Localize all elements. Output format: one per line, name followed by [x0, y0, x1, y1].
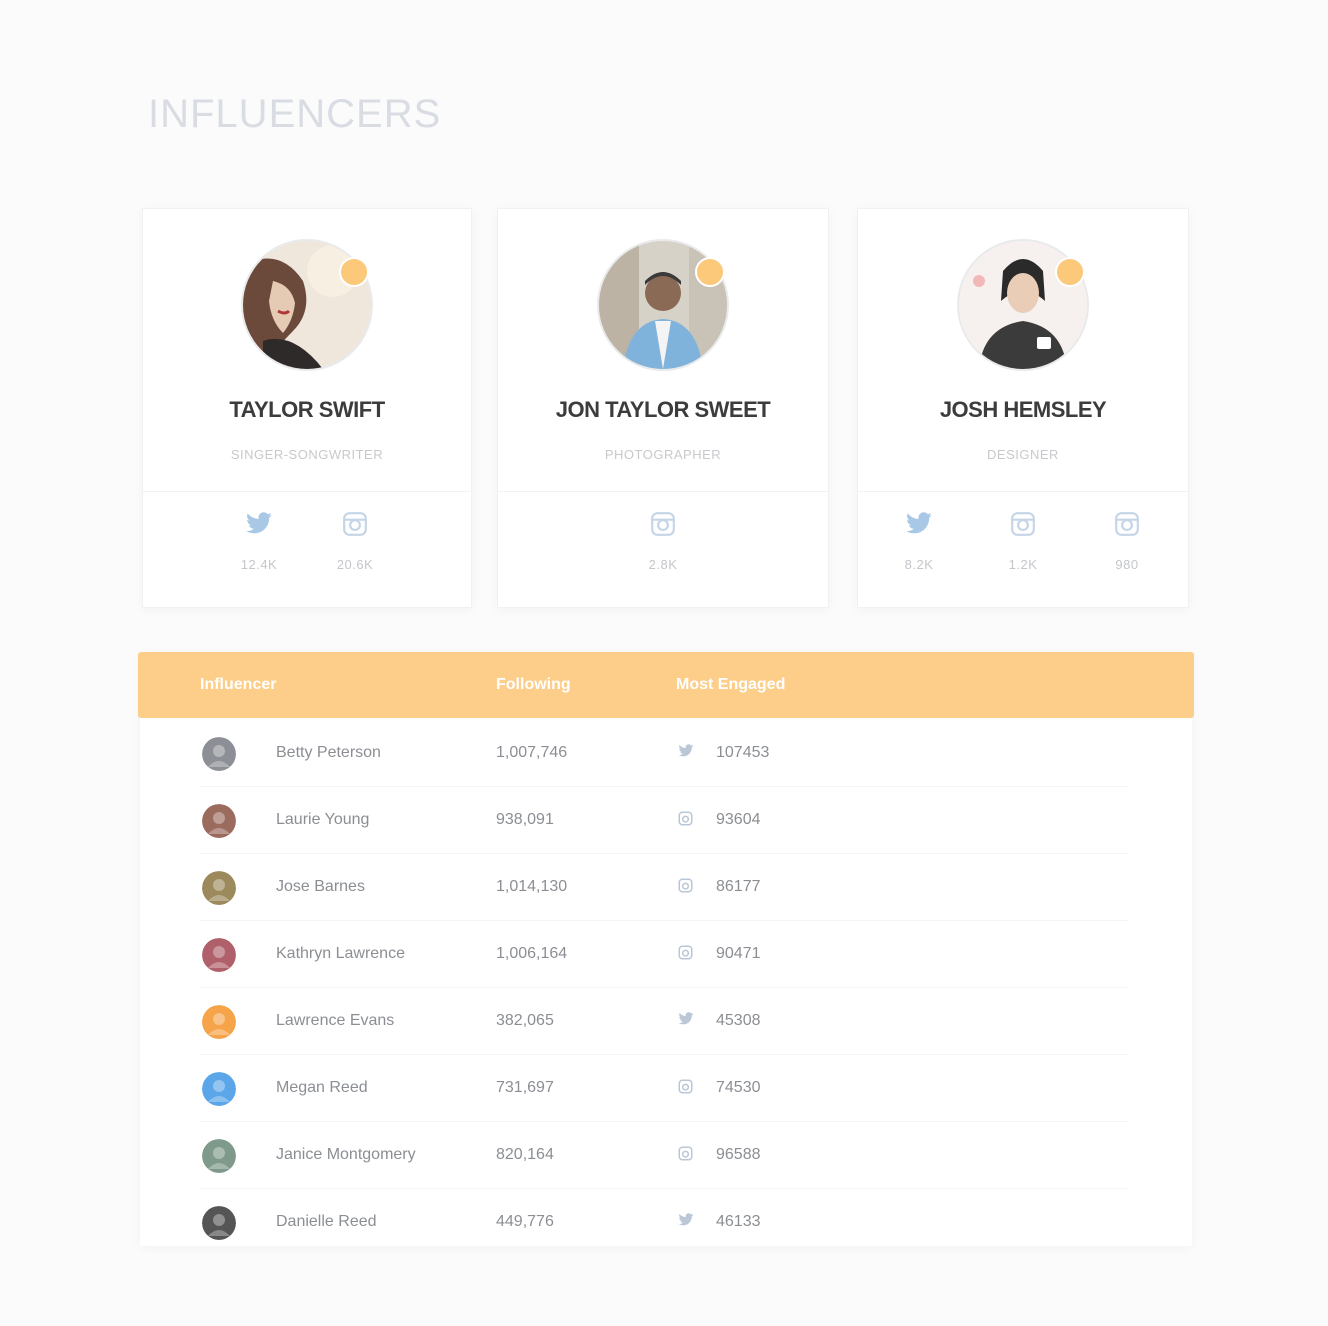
- avatar[interactable]: [202, 1206, 236, 1240]
- social-count: 980: [1115, 557, 1139, 572]
- avatar[interactable]: [202, 871, 236, 905]
- table-row[interactable]: Laurie Young 938,091 93604: [200, 787, 1128, 854]
- column-header-most-engaged[interactable]: Most Engaged: [676, 676, 785, 694]
- instagram-icon: [1008, 509, 1038, 539]
- influencer-role: SINGER-SONGWRITER: [230, 447, 384, 462]
- social-stat-instagram[interactable]: 1.2K: [993, 509, 1053, 572]
- following-count: 449,776: [496, 1213, 554, 1230]
- social-stats: 8.2K 1.2K 980: [858, 509, 1188, 572]
- influencer-name[interactable]: Janice Montgomery: [276, 1146, 416, 1164]
- twitter-icon: [244, 509, 274, 539]
- social-stat-twitter[interactable]: 8.2K: [889, 509, 949, 572]
- twitter-icon: [904, 509, 934, 539]
- following-count: 1,014,130: [496, 878, 568, 895]
- social-count: 8.2K: [904, 557, 934, 572]
- avatar[interactable]: [202, 1072, 236, 1106]
- influencer-card[interactable]: JON TAYLOR SWEET PHOTOGRAPHER 2.8K: [497, 208, 829, 608]
- most-engaged-count: 74530: [716, 1079, 761, 1096]
- column-header-following[interactable]: Following: [496, 676, 571, 694]
- avatar[interactable]: [202, 1139, 236, 1173]
- table-body: Betty Peterson 1,007,746 107453 Laurie Youn…: [140, 720, 1192, 1255]
- divider: [858, 491, 1188, 492]
- avatar[interactable]: [202, 737, 236, 771]
- influencer-name: JON TAYLOR SWEET: [555, 397, 771, 422]
- influencer-cards: TAYLOR SWIFT SINGER-SONGWRITER 12.4K 20.…: [140, 208, 1192, 608]
- following-count: 820,164: [496, 1146, 554, 1163]
- avatar-wrap: [241, 239, 373, 371]
- instagram-icon: [678, 945, 694, 961]
- following-count: 382,065: [496, 1012, 554, 1029]
- influencer-role: DESIGNER: [987, 447, 1059, 462]
- twitter-icon: [678, 1012, 694, 1028]
- social-stat-twitter[interactable]: 12.4K: [229, 509, 289, 572]
- social-count: 2.8K: [648, 557, 678, 572]
- influencer-name[interactable]: Jose Barnes: [276, 878, 365, 896]
- influencer-role: PHOTOGRAPHER: [604, 447, 722, 462]
- instagram-icon: [678, 811, 694, 827]
- avatar[interactable]: [202, 1005, 236, 1039]
- influencer-table: Influencer Following Most Engaged Betty …: [138, 652, 1194, 1246]
- twitter-icon: [678, 744, 694, 760]
- social-count: 12.4K: [240, 557, 278, 572]
- instagram-icon: [678, 878, 694, 894]
- table-row[interactable]: Betty Peterson 1,007,746 107453: [200, 720, 1128, 787]
- most-engaged-count: 90471: [716, 945, 761, 962]
- table-row[interactable]: Lawrence Evans 382,065 45308: [200, 988, 1128, 1055]
- influencer-name[interactable]: Megan Reed: [276, 1079, 368, 1097]
- social-stats: 2.8K: [498, 509, 828, 572]
- influencer-name: TAYLOR SWIFT: [229, 397, 385, 422]
- social-count: 20.6K: [336, 557, 374, 572]
- instagram-icon: [678, 1146, 694, 1162]
- table-row[interactable]: Kathryn Lawrence 1,006,164 90471: [200, 921, 1128, 988]
- influencer-name: JOSH HEMSLEY: [939, 397, 1107, 422]
- most-engaged-count: 45308: [716, 1012, 761, 1029]
- following-count: 1,007,746: [496, 744, 568, 761]
- instagram-icon: [1112, 509, 1142, 539]
- influencer-name[interactable]: Danielle Reed: [276, 1213, 377, 1231]
- instagram-icon: [648, 509, 678, 539]
- verified-badge: [1055, 257, 1085, 287]
- column-header-influencer[interactable]: Influencer: [200, 676, 276, 694]
- page-title: INFLUENCERS: [148, 92, 442, 136]
- social-stat-instagram[interactable]: 20.6K: [325, 509, 385, 572]
- most-engaged-count: 46133: [716, 1213, 761, 1230]
- table-row[interactable]: Jose Barnes 1,014,130 86177: [200, 854, 1128, 921]
- most-engaged-count: 86177: [716, 878, 761, 895]
- avatar[interactable]: [202, 804, 236, 838]
- influencer-name[interactable]: Laurie Young: [276, 811, 369, 829]
- influencer-card[interactable]: TAYLOR SWIFT SINGER-SONGWRITER 12.4K 20.…: [142, 208, 472, 608]
- divider: [143, 491, 471, 492]
- divider: [498, 491, 828, 492]
- instagram-icon: [678, 1079, 694, 1095]
- avatar[interactable]: [202, 938, 236, 972]
- verified-badge: [695, 257, 725, 287]
- avatar-wrap: [957, 239, 1089, 371]
- table-header: Influencer Following Most Engaged: [138, 652, 1194, 718]
- social-stat-instagram[interactable]: 980: [1097, 509, 1157, 572]
- avatar-wrap: [597, 239, 729, 371]
- most-engaged-count: 96588: [716, 1146, 761, 1163]
- verified-badge: [339, 257, 369, 287]
- following-count: 1,006,164: [496, 945, 568, 962]
- social-count: 1.2K: [1008, 557, 1038, 572]
- following-count: 731,697: [496, 1079, 554, 1096]
- influencers-page: INFLUENCERS TAYLOR SWIFT SINGER-SONGWRIT…: [0, 0, 1328, 1326]
- following-count: 938,091: [496, 811, 554, 828]
- influencer-name[interactable]: Betty Peterson: [276, 744, 381, 762]
- table-row[interactable]: Megan Reed 731,697 74530: [200, 1055, 1128, 1122]
- social-stat-instagram[interactable]: 2.8K: [633, 509, 693, 572]
- table-row[interactable]: Janice Montgomery 820,164 96588: [200, 1122, 1128, 1189]
- influencer-card[interactable]: JOSH HEMSLEY DESIGNER 8.2K 1.2K 980: [857, 208, 1189, 608]
- social-stats: 12.4K 20.6K: [143, 509, 471, 572]
- instagram-icon: [340, 509, 370, 539]
- table-row[interactable]: Danielle Reed 449,776 46133: [200, 1189, 1128, 1255]
- most-engaged-count: 107453: [716, 744, 770, 761]
- influencer-name[interactable]: Lawrence Evans: [276, 1012, 394, 1030]
- most-engaged-count: 93604: [716, 811, 761, 828]
- influencer-name[interactable]: Kathryn Lawrence: [276, 945, 405, 963]
- twitter-icon: [678, 1213, 694, 1229]
